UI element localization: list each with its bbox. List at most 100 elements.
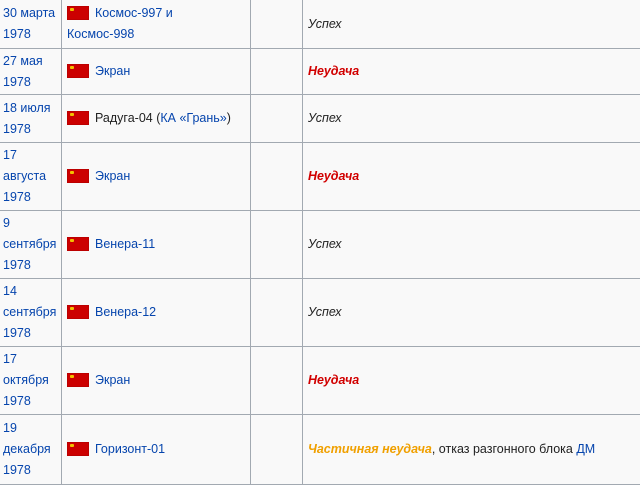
- satellite-link[interactable]: Венера-12: [95, 305, 156, 319]
- ussr-flag-icon: [67, 442, 89, 456]
- date-cell: 14 сентября 1978: [0, 278, 62, 347]
- date-part: 1978: [3, 121, 31, 136]
- ussr-flag-icon: [67, 373, 89, 387]
- satellite-link[interactable]: Космос-997 и: [95, 6, 173, 20]
- satellite-link[interactable]: Экран: [95, 169, 130, 183]
- ussr-flag-icon: [67, 111, 89, 125]
- satellite-cell: Экран: [61, 48, 251, 95]
- date-link[interactable]: 17 октября 1978: [3, 352, 49, 408]
- date-cell: 30 марта 1978: [0, 0, 62, 49]
- result-text: Неудача: [308, 64, 360, 78]
- empty-cell: [250, 0, 303, 49]
- date-link[interactable]: 18 июля 1978: [3, 101, 51, 136]
- result-cell: Неудача: [302, 142, 640, 211]
- date-part: 27 мая: [3, 53, 43, 68]
- satellite-link[interactable]: КА «Грань»: [160, 111, 226, 125]
- date-cell: 17 августа 1978: [0, 142, 62, 211]
- date-part: 19: [3, 421, 17, 435]
- date-part: 1978: [3, 74, 31, 89]
- date-link[interactable]: 27 мая 1978: [3, 54, 43, 89]
- table-row: 18 июля 1978 Радуга-04 (КА «Грань») Успех: [0, 94, 640, 143]
- date-part: декабря: [3, 442, 51, 456]
- result-text: Неудача: [308, 169, 360, 183]
- date-link[interactable]: 9 сентября 1978: [3, 216, 56, 272]
- satellite-text: ): [226, 111, 231, 125]
- result-cell: Частичная неудача, отказ разгонного блок…: [302, 414, 640, 485]
- date-cell: 9 сентября 1978: [0, 210, 62, 279]
- empty-cell: [250, 210, 303, 279]
- launch-table-body: 30 марта 1978 Космос-997 и Космос-998 Успех 2…: [0, 0, 640, 485]
- satellite-link[interactable]: Экран: [95, 373, 130, 387]
- ussr-flag-icon: [67, 169, 89, 183]
- result-cell: Успех: [302, 278, 640, 347]
- date-part: 1978: [3, 258, 31, 272]
- satellite-text: Радуга-04 (: [95, 111, 161, 125]
- satellite-cell: Горизонт-01: [61, 414, 251, 485]
- date-cell: 27 мая 1978: [0, 48, 62, 95]
- date-part: 1978: [3, 27, 31, 41]
- result-cell: Успех: [302, 210, 640, 279]
- date-part: августа: [3, 169, 47, 183]
- result-cell: Неудача: [302, 48, 640, 95]
- satellite-cell: Венера-11: [61, 210, 251, 279]
- satellite-cell: Радуга-04 (КА «Грань»): [61, 94, 251, 143]
- date-part: 1978: [3, 463, 31, 477]
- result-text: Неудача: [308, 373, 360, 387]
- result-text: Успех: [308, 237, 342, 251]
- date-cell: 19 декабря 1978: [0, 414, 62, 485]
- date-part: 1978: [3, 190, 31, 204]
- satellite-cell: Космос-997 и Космос-998: [61, 0, 251, 49]
- satellite-link[interactable]: Венера-11: [95, 237, 155, 251]
- result-text: Успех: [308, 305, 342, 319]
- result-cell: Успех: [302, 0, 640, 49]
- launch-table: 30 марта 1978 Космос-997 и Космос-998 Успех 2…: [0, 0, 640, 485]
- date-cell: 18 июля 1978: [0, 94, 62, 143]
- satellite-link[interactable]: Экран: [95, 64, 130, 78]
- empty-cell: [250, 94, 303, 143]
- date-part: 14: [3, 284, 17, 298]
- date-part: 9: [3, 216, 10, 230]
- table-row: 19 декабря 1978 Горизонт-01 Частичная неудач…: [0, 414, 640, 485]
- date-part: 17: [3, 352, 17, 366]
- result-text: Частичная неудача: [308, 442, 432, 456]
- table-row: 30 марта 1978 Космос-997 и Космос-998 Успех: [0, 0, 640, 49]
- satellite-link[interactable]: Космос-998: [67, 27, 134, 41]
- date-link[interactable]: 14 сентября 1978: [3, 284, 56, 340]
- date-part: 1978: [3, 394, 31, 408]
- empty-cell: [250, 48, 303, 95]
- date-link[interactable]: 17 августа 1978: [3, 148, 46, 204]
- date-part: сентября: [3, 305, 57, 319]
- date-part: 1978: [3, 326, 31, 340]
- result-cell: Успех: [302, 94, 640, 143]
- satellite-link[interactable]: Горизонт-01: [95, 442, 165, 456]
- empty-cell: [250, 414, 303, 485]
- empty-cell: [250, 278, 303, 347]
- result-cell: Неудача: [302, 346, 640, 415]
- date-part: 30 марта: [3, 6, 56, 20]
- table-row: 17 октября 1978 Экран Неудача: [0, 346, 640, 415]
- date-link[interactable]: 30 марта 1978: [3, 6, 55, 41]
- ussr-flag-icon: [67, 64, 89, 78]
- date-link[interactable]: 19 декабря 1978: [3, 421, 51, 477]
- date-part: октября: [3, 373, 49, 387]
- table-row: 17 августа 1978 Экран Неудача: [0, 142, 640, 211]
- result-text: Успех: [308, 111, 342, 125]
- result-note-link[interactable]: ДМ: [576, 442, 595, 456]
- satellite-cell: Экран: [61, 142, 251, 211]
- table-row: 27 мая 1978 Экран Неудача: [0, 48, 640, 95]
- ussr-flag-icon: [67, 237, 89, 251]
- date-cell: 17 октября 1978: [0, 346, 62, 415]
- satellite-cell: Венера-12: [61, 278, 251, 347]
- result-note: , отказ разгонного блока: [431, 442, 577, 456]
- empty-cell: [250, 142, 303, 211]
- table-row: 14 сентября 1978 Венера-12 Успех: [0, 278, 640, 347]
- result-text: Успех: [308, 16, 342, 31]
- date-part: 18 июля: [3, 100, 51, 115]
- date-part: 17: [3, 148, 17, 162]
- table-row: 9 сентября 1978 Венера-11 Успех: [0, 210, 640, 279]
- empty-cell: [250, 346, 303, 415]
- date-part: сентября: [3, 237, 57, 251]
- ussr-flag-icon: [67, 6, 89, 20]
- satellite-cell: Экран: [61, 346, 251, 415]
- ussr-flag-icon: [67, 305, 89, 319]
